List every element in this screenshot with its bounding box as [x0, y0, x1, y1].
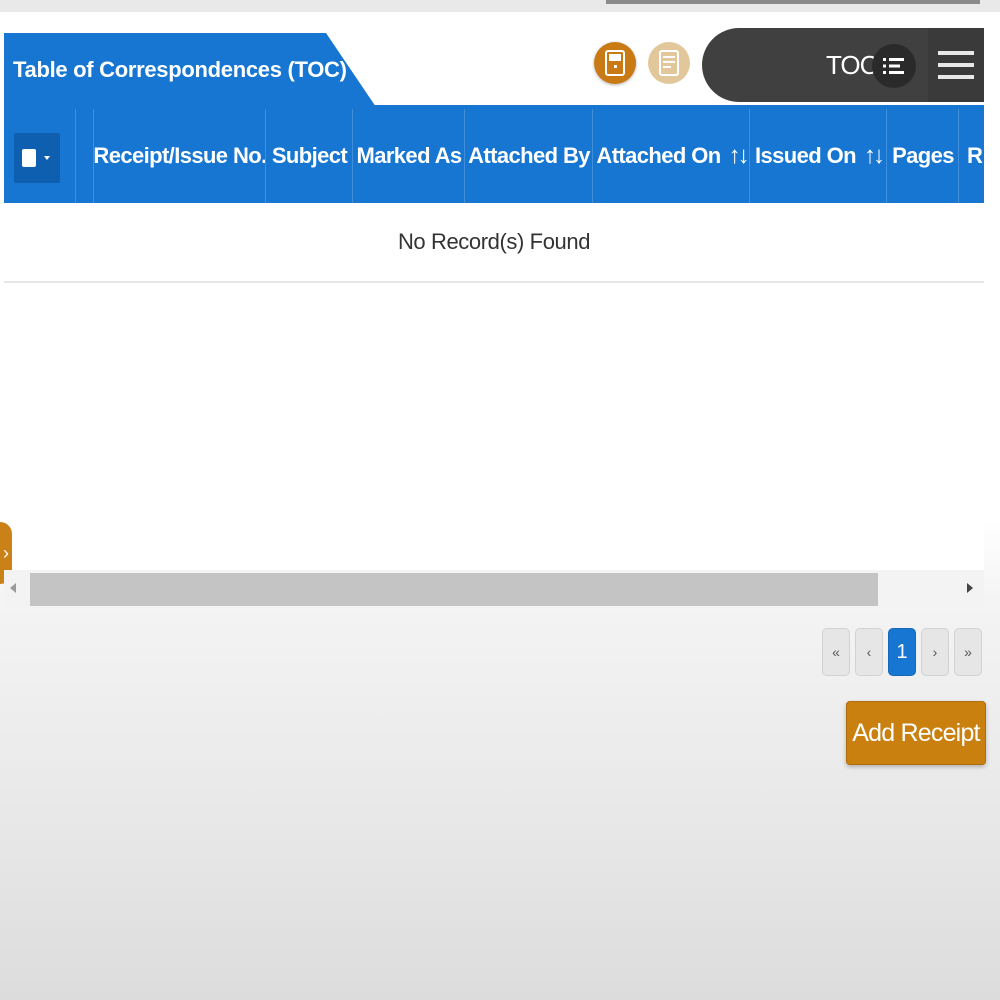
top-strip-bar [606, 0, 980, 4]
pager-last-button[interactable]: » [954, 628, 982, 676]
panel-title: Table of Correspondences (TOC) [13, 57, 347, 82]
scrollbar-thumb[interactable] [30, 573, 878, 606]
toc-label[interactable]: TOC [826, 50, 878, 81]
pager-first-button[interactable]: « [822, 628, 850, 676]
column-header-pages[interactable]: Pages [886, 109, 959, 203]
caret-down-icon [44, 156, 50, 160]
pager-next-button[interactable]: › [921, 628, 949, 676]
menu-button[interactable] [928, 28, 984, 102]
select-all-dropdown[interactable] [14, 133, 60, 183]
document-icon-button[interactable] [594, 42, 636, 84]
column-label: Attached On [596, 143, 721, 168]
column-header-marked-as[interactable]: Marked As [352, 109, 465, 203]
notes-icon [659, 50, 679, 76]
pager-page-1[interactable]: 1 [888, 628, 916, 676]
checkbox-icon [22, 149, 36, 167]
scroll-left-arrow-icon[interactable] [10, 583, 16, 593]
notes-icon-button[interactable] [648, 42, 690, 84]
column-label: R [967, 143, 983, 168]
column-header-issued-on[interactable]: Issued On ↑↓ [749, 109, 887, 203]
column-label: Marked As [356, 143, 462, 168]
column-label: Issued On [755, 143, 857, 168]
column-label: Subject [271, 143, 348, 168]
document-icon [605, 50, 625, 76]
column-header-attached-by[interactable]: Attached By [464, 109, 593, 203]
empty-message: No Record(s) Found [4, 203, 984, 283]
column-header-spacer [75, 109, 94, 203]
sort-icon[interactable]: ↑↓ [729, 142, 750, 170]
column-label: Attached By [468, 143, 590, 168]
scroll-right-arrow-icon[interactable] [967, 583, 973, 593]
column-label: Pages [892, 143, 954, 168]
column-header-receipt-no[interactable]: Receipt/Issue No. [93, 109, 266, 203]
toc-list-button[interactable] [872, 44, 916, 88]
chevron-right-icon: › [3, 542, 9, 563]
add-receipt-button[interactable]: Add Receipt [846, 701, 986, 765]
column-header-truncated[interactable]: R [958, 109, 984, 203]
pager-prev-button[interactable]: ‹ [855, 628, 883, 676]
column-header-attached-on[interactable]: Attached On ↑↓ [592, 109, 750, 203]
column-label: Receipt/Issue No. [93, 143, 266, 168]
column-header-subject[interactable]: Subject [265, 109, 353, 203]
sort-icon[interactable]: ↑↓ [864, 142, 885, 170]
hamburger-icon [938, 51, 974, 79]
list-icon [883, 58, 904, 74]
